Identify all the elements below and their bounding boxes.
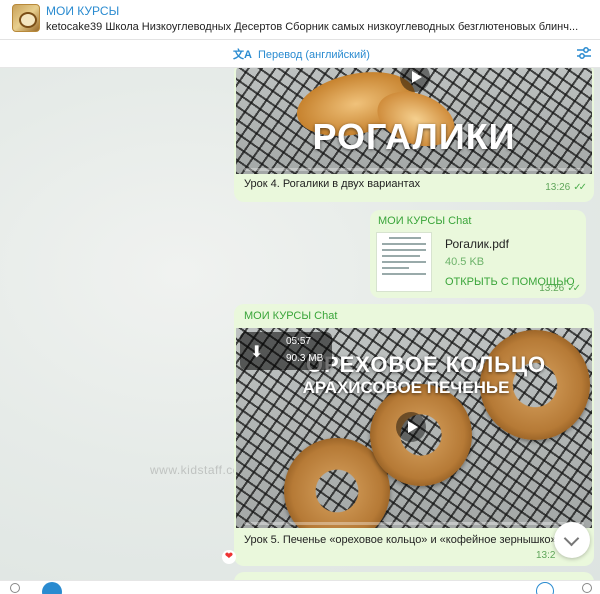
message-sender[interactable]: МОИ КУРСЫ Chat xyxy=(244,310,337,322)
download-badge[interactable]: ⬇ 05:57 90.3 MB xyxy=(240,332,332,370)
message-next[interactable] xyxy=(234,572,594,580)
message-video-rogaliki[interactable]: РОГАЛИКИ Урок 4. Рогалики в двух вариант… xyxy=(234,68,594,202)
message-video-cookies[interactable]: МОИ КУРСЫ Chat ОРЕХОВОЕ КОЛЬЦО АРАХИСОВО… xyxy=(234,304,594,566)
message-time: 13:2 xyxy=(536,550,556,561)
message-sender[interactable]: МОИ КУРСЫ Chat xyxy=(378,215,471,227)
video-scrubber[interactable] xyxy=(244,522,584,525)
play-icon[interactable] xyxy=(396,412,426,442)
chat-header: МОИ КУРСЫ ketocake39 Школа Низкоуглеводн… xyxy=(0,0,600,40)
translate-label: Перевод (английский) xyxy=(258,49,370,61)
message-time: 13:26 ✓✓ xyxy=(539,283,581,294)
video-thumbnail[interactable]: ОРЕХОВОЕ КОЛЬЦО АРАХИСОВОЕ ПЕЧЕНЬЕ ⬇ 05:… xyxy=(236,328,592,528)
translate-button[interactable]: 文A Перевод (английский) xyxy=(233,46,370,62)
file-name[interactable]: Рогалик.pdf xyxy=(445,237,509,251)
video-size: 90.3 MB xyxy=(286,353,324,364)
read-ticks-icon: ✓✓ xyxy=(573,182,587,193)
video-duration: 05:57 xyxy=(286,336,312,347)
message-caption: Урок 4. Рогалики в двух вариантах xyxy=(244,178,421,190)
pdf-thumbnail[interactable] xyxy=(376,232,432,292)
read-ticks-icon: ✓✓ xyxy=(567,283,581,294)
channel-title[interactable]: МОИ КУРСЫ xyxy=(46,4,119,18)
channel-avatar[interactable] xyxy=(12,4,40,32)
emoji-icon[interactable] xyxy=(536,582,554,594)
message-time: 13:26 ✓✓ xyxy=(545,182,587,193)
video-overlay-title: РОГАЛИКИ xyxy=(312,116,516,157)
attach-icon[interactable] xyxy=(10,583,20,593)
video-thumbnail[interactable]: РОГАЛИКИ xyxy=(236,68,592,174)
translate-icon: 文A xyxy=(233,49,252,61)
download-icon[interactable]: ⬇ xyxy=(250,342,263,362)
message-caption: Урок 5. Печенье «ореховое кольцо» и «коф… xyxy=(244,534,557,546)
translate-bar[interactable]: 文A Перевод (английский) xyxy=(0,40,600,68)
heart-reaction-icon[interactable]: ❤ xyxy=(222,550,236,564)
scroll-down-button[interactable] xyxy=(554,522,590,558)
sliders-icon[interactable] xyxy=(576,45,592,61)
channel-subtitle: ketocake39 Школа Низкоуглеводных Десерто… xyxy=(46,21,579,33)
composer-bar[interactable] xyxy=(0,580,600,594)
video-scrubber[interactable] xyxy=(244,168,584,171)
message-file[interactable]: МОИ КУРСЫ Chat Рогалик.pdf 40.5 KB ОТКРЫ… xyxy=(370,210,586,298)
send-avatar-icon[interactable] xyxy=(42,582,62,594)
mic-icon[interactable] xyxy=(582,583,592,593)
message-list[interactable]: www.kidstaff.com.ua/user-1795518.html РО… xyxy=(0,68,600,580)
file-size: 40.5 KB xyxy=(445,256,485,268)
video-overlay-line2: АРАХИСОВОЕ ПЕЧЕНЬЕ xyxy=(302,378,510,397)
